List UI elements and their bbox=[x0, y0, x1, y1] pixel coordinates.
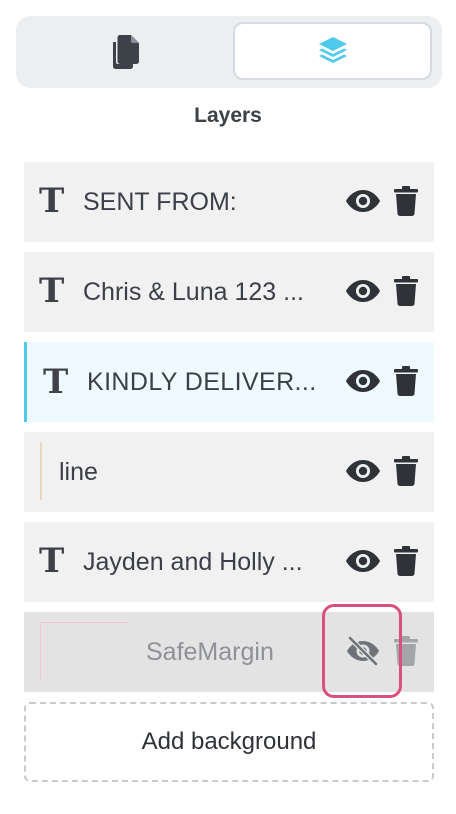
eye-icon[interactable] bbox=[345, 276, 381, 306]
trash-icon[interactable] bbox=[394, 456, 418, 486]
layer-row-jayden-holly[interactable]: T Jayden and Holly ... bbox=[24, 522, 434, 602]
text-type-icon: T bbox=[39, 271, 65, 311]
tab-layers[interactable] bbox=[233, 22, 432, 80]
eye-icon[interactable] bbox=[345, 366, 381, 396]
layer-name: Jayden and Holly ... bbox=[83, 548, 303, 576]
text-type-icon: T bbox=[43, 362, 69, 402]
section-title: Layers bbox=[194, 104, 262, 127]
line-thumbnail bbox=[40, 442, 42, 500]
trash-icon[interactable] bbox=[394, 546, 418, 576]
layers-stack-icon bbox=[317, 36, 349, 66]
layer-row-sent-from[interactable]: T SENT FROM: bbox=[24, 162, 434, 242]
eye-icon[interactable] bbox=[345, 186, 381, 216]
add-background-button[interactable]: Add background bbox=[24, 702, 434, 782]
copy-pages-icon bbox=[109, 33, 141, 69]
panel-tab-bar bbox=[16, 16, 442, 88]
eye-slash-icon[interactable] bbox=[345, 636, 381, 666]
layer-name: KINDLY DELIVER... bbox=[87, 368, 317, 396]
text-type-icon: T bbox=[39, 181, 65, 221]
layers-panel: Layers T SENT FROM: T Chris & Luna 123 .… bbox=[0, 0, 456, 814]
trash-icon[interactable] bbox=[394, 186, 418, 216]
text-type-icon: T bbox=[39, 541, 65, 581]
safemargin-thumbnail bbox=[40, 622, 128, 680]
layer-name: SENT FROM: bbox=[83, 188, 237, 216]
layer-name: line bbox=[59, 458, 98, 486]
eye-icon[interactable] bbox=[345, 546, 381, 576]
trash-icon[interactable] bbox=[394, 636, 418, 666]
layer-name: Chris & Luna 123 ... bbox=[83, 278, 304, 306]
layer-row-safemargin[interactable]: SafeMargin bbox=[24, 612, 434, 692]
layer-row-kindly-deliver[interactable]: T KINDLY DELIVER... bbox=[24, 342, 434, 422]
eye-icon[interactable] bbox=[345, 456, 381, 486]
trash-icon[interactable] bbox=[394, 366, 418, 396]
layer-row-chris-luna[interactable]: T Chris & Luna 123 ... bbox=[24, 252, 434, 332]
tab-pages[interactable] bbox=[22, 22, 228, 80]
layer-row-line[interactable]: line bbox=[24, 432, 434, 512]
trash-icon[interactable] bbox=[394, 276, 418, 306]
